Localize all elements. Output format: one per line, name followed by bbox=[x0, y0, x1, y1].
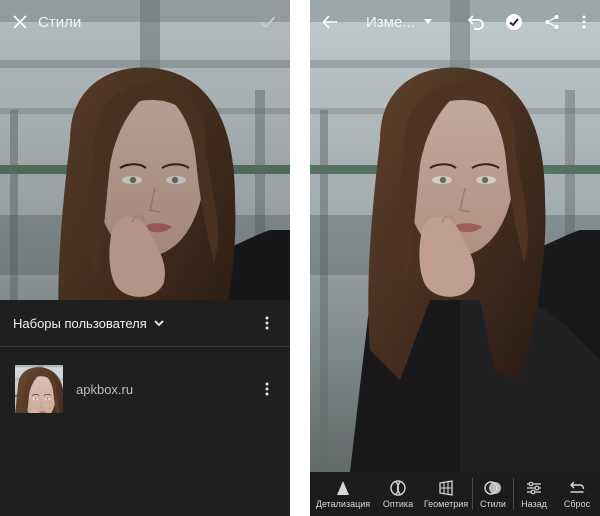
preset-name: apkbox.ru bbox=[76, 381, 134, 397]
close-icon[interactable] bbox=[6, 8, 34, 36]
tool-reset[interactable]: Сброс bbox=[554, 472, 600, 516]
tool-styles[interactable]: Стили bbox=[473, 472, 513, 516]
caret-down-icon[interactable] bbox=[423, 18, 433, 26]
right-screen: Изме... Детализация Оптика Геометрия Сти… bbox=[310, 0, 600, 516]
check-circle-icon[interactable] bbox=[500, 8, 528, 36]
tool-reset-label: Сброс bbox=[563, 498, 591, 509]
chevron-down-icon bbox=[154, 320, 164, 327]
triangle-icon bbox=[337, 480, 349, 495]
bottom-toolbar: Детализация Оптика Геометрия Стили Назад… bbox=[310, 472, 600, 516]
share-icon[interactable] bbox=[538, 8, 566, 36]
tool-styles-label: Стили bbox=[480, 498, 506, 509]
tool-back[interactable]: Назад bbox=[514, 472, 554, 516]
tool-optics[interactable]: Оптика bbox=[376, 472, 420, 516]
lens-icon bbox=[390, 479, 406, 496]
presets-panel: Наборы пользователя apkbox.ru bbox=[0, 300, 290, 516]
preset-thumbnail bbox=[15, 365, 63, 413]
more-vertical-icon[interactable] bbox=[258, 380, 276, 398]
check-icon[interactable] bbox=[254, 8, 282, 36]
undo-icon[interactable] bbox=[462, 8, 490, 36]
sliders-icon bbox=[527, 481, 541, 494]
screen-title: Стили bbox=[38, 13, 82, 31]
tool-back-label: Назад bbox=[521, 498, 547, 509]
tool-detail[interactable]: Детализация bbox=[310, 472, 376, 516]
tool-detail-label: Детализация bbox=[315, 498, 371, 509]
arrow-left-icon[interactable] bbox=[316, 8, 344, 36]
tool-optics-label: Оптика bbox=[382, 498, 414, 509]
left-screen: Стили Наборы пользователя apkbox.ru bbox=[0, 0, 290, 516]
top-bar: Изме... bbox=[310, 0, 600, 44]
grid-icon bbox=[439, 479, 453, 496]
photo-preview bbox=[310, 0, 600, 472]
tool-geometry[interactable]: Геометрия bbox=[420, 472, 472, 516]
presets-header-label: Наборы пользователя bbox=[13, 315, 147, 331]
screen-title[interactable]: Изме... bbox=[366, 14, 415, 31]
preset-item[interactable]: apkbox.ru bbox=[0, 362, 290, 416]
styles-icon bbox=[484, 480, 501, 495]
reset-icon bbox=[570, 481, 585, 493]
more-vertical-icon[interactable] bbox=[570, 8, 598, 36]
top-bar: Стили bbox=[0, 0, 290, 44]
photo-preview bbox=[0, 0, 290, 300]
tool-geometry-label: Геометрия bbox=[423, 498, 469, 509]
presets-header[interactable]: Наборы пользователя bbox=[0, 300, 290, 347]
more-vertical-icon[interactable] bbox=[258, 314, 276, 332]
